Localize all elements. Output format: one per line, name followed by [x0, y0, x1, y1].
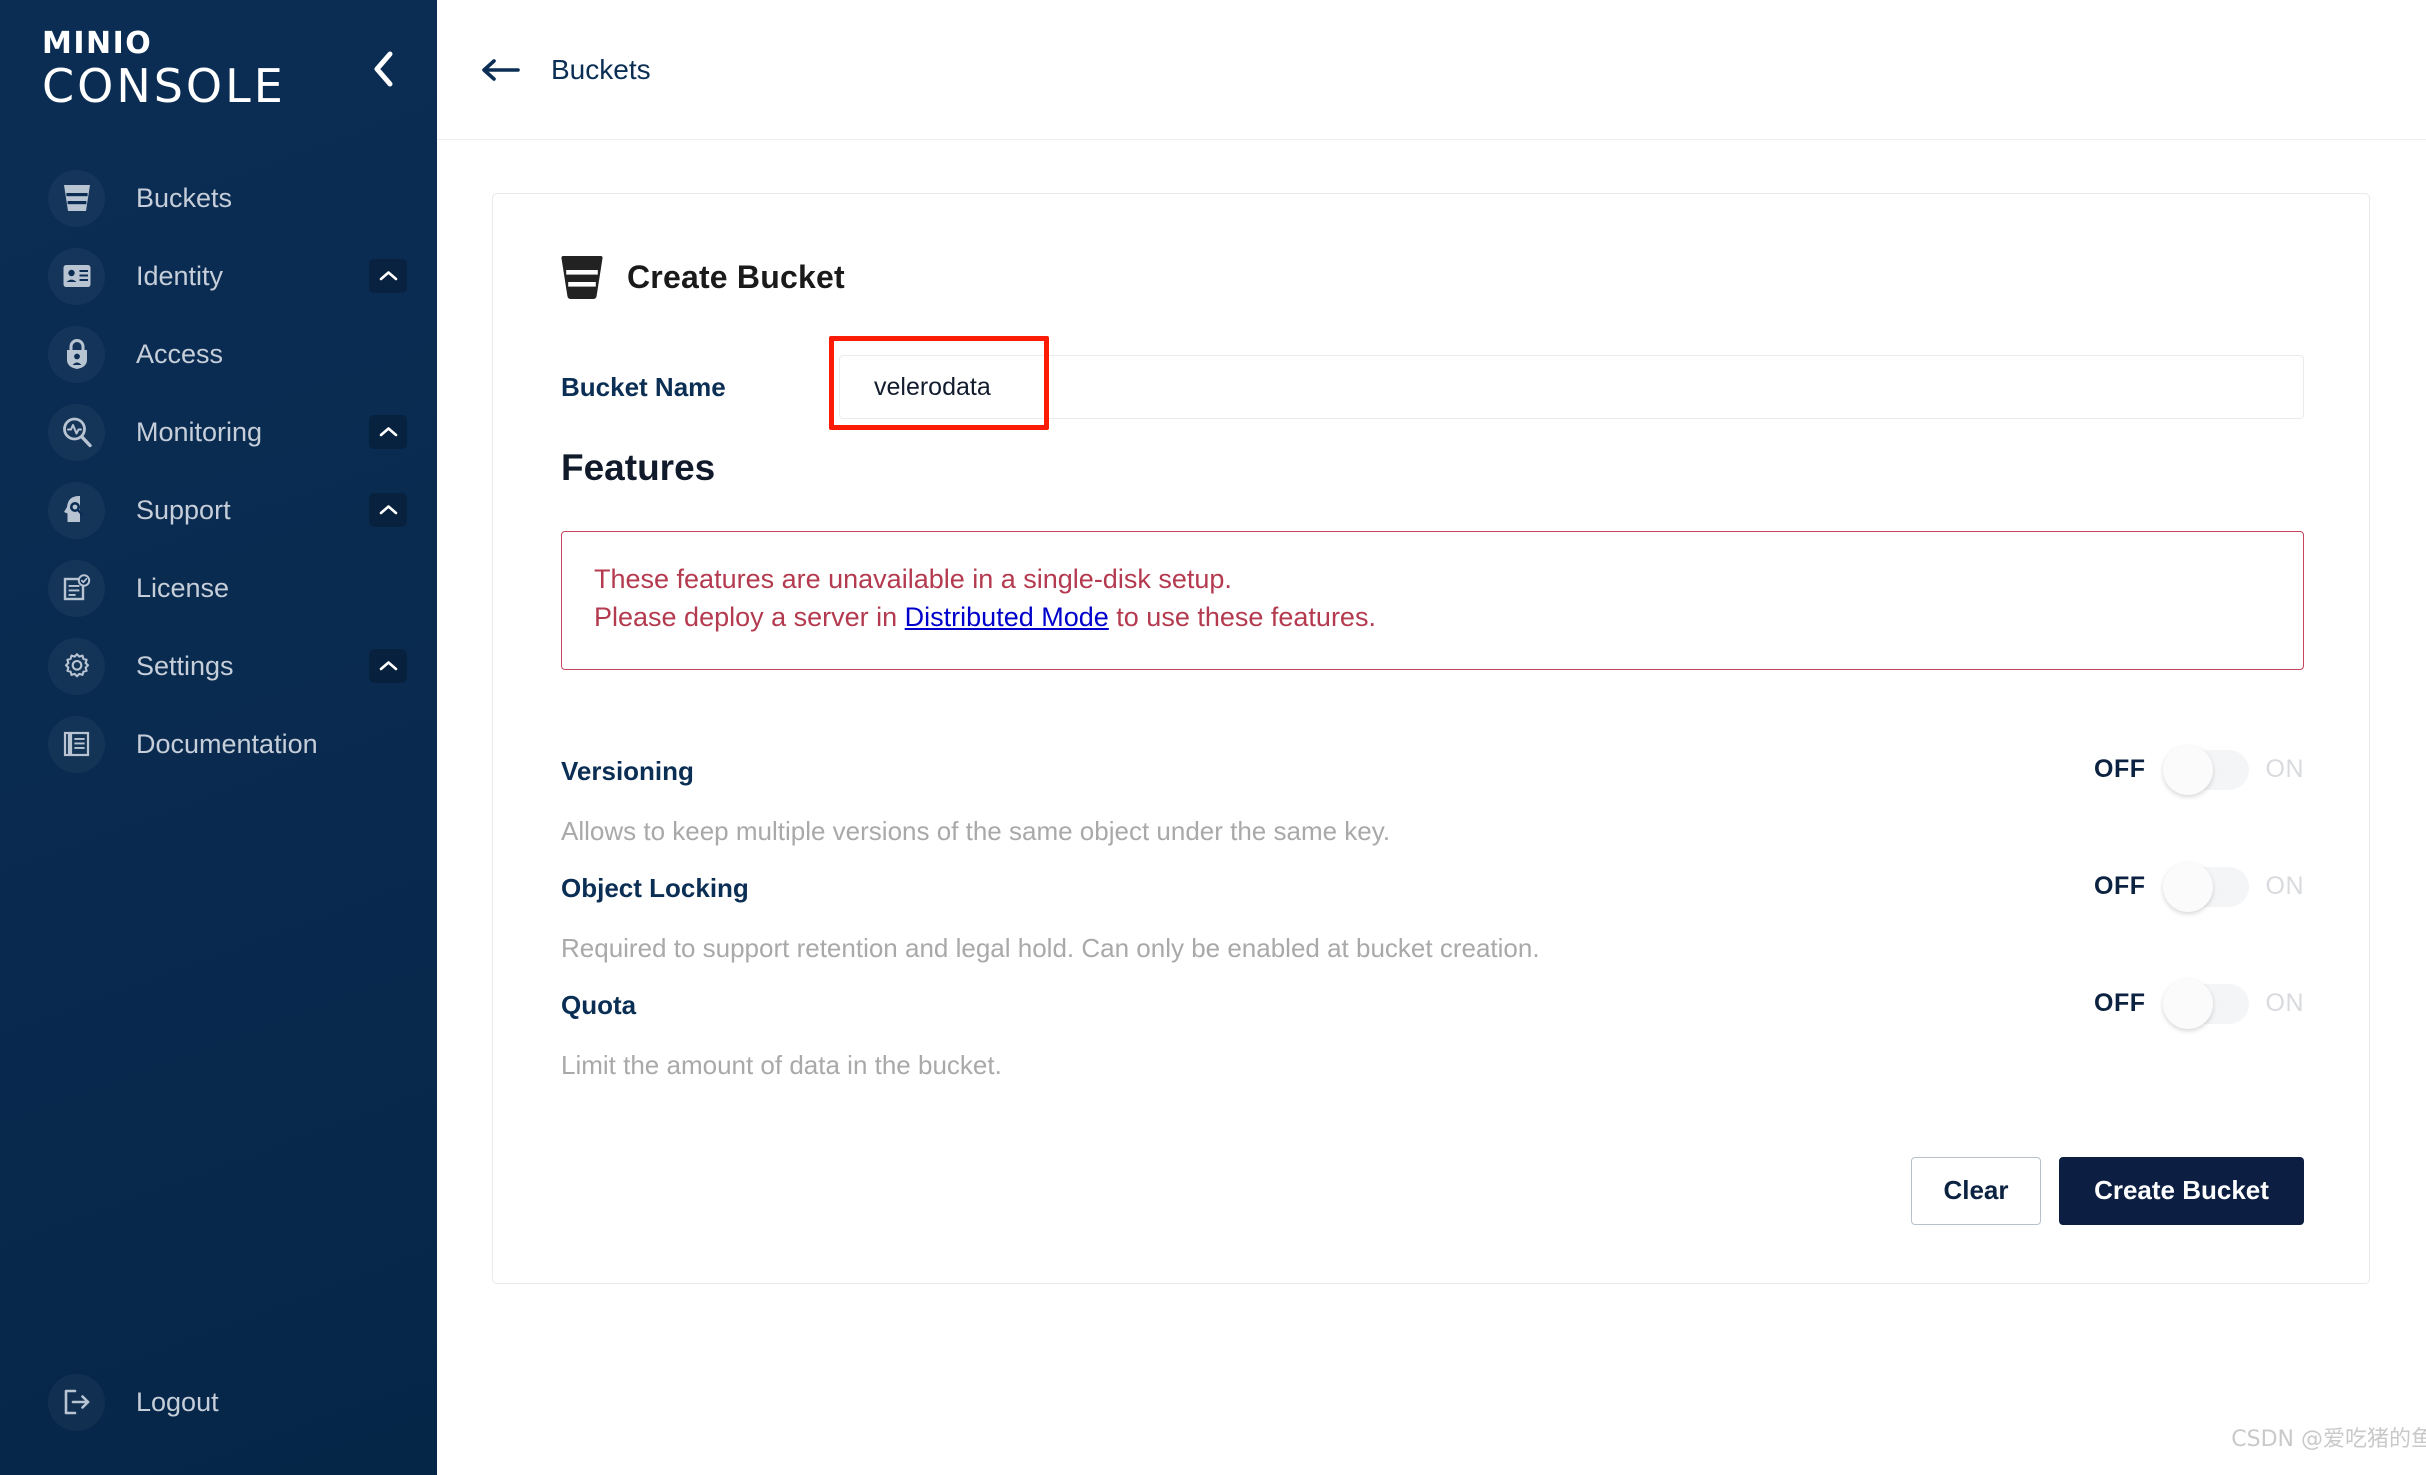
feature-name: Object Locking [561, 872, 749, 903]
sidebar-item-label: Support [136, 494, 231, 525]
sidebar-item-label: Buckets [136, 182, 233, 213]
chevron-up-icon[interactable] [369, 259, 407, 293]
toggle-knob [2162, 978, 2213, 1029]
versioning-toggle[interactable] [2162, 744, 2249, 795]
warning-text-before: Please deploy a server in [594, 602, 905, 633]
feature-quota: Quota Limit the amount of data in the bu… [561, 978, 2304, 1081]
create-bucket-card: Create Bucket Bucket Name Features These… [492, 193, 2370, 1284]
sidebar-item-settings[interactable]: Settings [0, 627, 437, 705]
feature-name: Quota [561, 989, 637, 1020]
bucket-name-input[interactable] [839, 355, 2304, 419]
toggle-off-label: OFF [2094, 872, 2146, 901]
top-bar: Buckets [437, 0, 2426, 140]
toggle-off-label: OFF [2094, 755, 2146, 784]
arrow-left-icon[interactable] [477, 47, 523, 93]
warning-text-after: to use these features. [1108, 602, 1376, 633]
sidebar-item-buckets[interactable]: Buckets [0, 159, 437, 237]
create-bucket-button[interactable]: Create Bucket [2059, 1156, 2304, 1225]
toggle-knob [2162, 744, 2213, 795]
chevron-up-icon[interactable] [369, 649, 407, 683]
card-actions: Clear Create Bucket [561, 1156, 2304, 1283]
sidebar-item-access[interactable]: Access [0, 315, 437, 393]
main-area: Buckets Create Bucket Bucket Name velero… [437, 0, 2426, 1475]
sidebar-item-support[interactable]: Support [0, 471, 437, 549]
breadcrumb[interactable]: Buckets [551, 54, 651, 86]
chevron-up-icon[interactable] [369, 415, 407, 449]
sidebar-item-label: Settings [136, 650, 234, 681]
sidebar-item-identity[interactable]: Identity [0, 237, 437, 315]
bucket-icon [561, 254, 603, 300]
sidebar-item-label: Logout [136, 1386, 219, 1417]
book-pages-icon [48, 715, 105, 773]
chevron-left-icon[interactable] [361, 47, 405, 91]
bucket-name-label: Bucket Name [561, 371, 726, 402]
bucket-name-row: Bucket Name [561, 336, 2304, 430]
bucket-icon [48, 169, 105, 227]
sidebar-nav: Buckets Identity Access Monitoring Suppo… [0, 159, 437, 783]
features-heading: Features [561, 447, 716, 488]
warning-line-2: Please deploy a server in Distributed Mo… [594, 598, 2271, 636]
identity-card-icon [48, 247, 105, 305]
sidebar-item-label: Identity [136, 260, 224, 291]
minio-console-logo: MINIO CONSOLE [42, 25, 286, 113]
gear-icon [48, 637, 105, 695]
sidebar-item-label: Access [136, 338, 224, 369]
sidebar-item-logout[interactable]: Logout [0, 1363, 437, 1441]
magnifier-pulse-icon [48, 403, 105, 461]
toggle-on-label: ON [2265, 989, 2304, 1018]
sidebar-item-label: License [136, 572, 230, 603]
feature-description: Required to support retention and legal … [561, 932, 1540, 963]
sidebar-item-license[interactable]: License [0, 549, 437, 627]
logout-arrow-icon [48, 1373, 105, 1431]
chevron-up-icon[interactable] [369, 493, 407, 527]
feature-versioning: Versioning Allows to keep multiple versi… [561, 744, 2304, 847]
sidebar: MINIO CONSOLE Buckets Identity Access Mo… [0, 0, 437, 1475]
content-area: Create Bucket Bucket Name Features These… [437, 140, 2426, 1475]
warning-line-1: These features are unavailable in a sing… [594, 564, 1232, 594]
sidebar-item-label: Documentation [136, 728, 318, 759]
app-root: MINIO CONSOLE Buckets Identity Access Mo… [0, 0, 2426, 1475]
head-support-icon [48, 481, 105, 539]
page-title: Create Bucket [627, 258, 845, 295]
sidebar-logout-wrapper: Logout [0, 1363, 437, 1441]
quota-toggle[interactable] [2162, 978, 2249, 1029]
brand-console-text: CONSOLE [42, 58, 286, 113]
feature-description: Limit the amount of data in the bucket. [561, 1049, 1002, 1080]
document-check-icon [48, 559, 105, 617]
toggle-on-label: ON [2265, 872, 2304, 901]
lock-user-icon [48, 325, 105, 383]
sidebar-item-monitoring[interactable]: Monitoring [0, 393, 437, 471]
sidebar-brand-row: MINIO CONSOLE [0, 6, 437, 131]
versioning-toggle-group: OFF ON [2094, 744, 2304, 795]
features-warning-box: These features are unavailable in a sing… [561, 531, 2304, 670]
watermark: CSDN @爱吃猪的鱼 [2231, 1427, 2426, 1452]
feature-object-locking: Object Locking Required to support reten… [561, 861, 2304, 964]
sidebar-item-label: Monitoring [136, 416, 263, 447]
object-locking-toggle[interactable] [2162, 861, 2249, 912]
feature-name: Versioning [561, 755, 694, 786]
sidebar-item-documentation[interactable]: Documentation [0, 705, 437, 783]
toggle-on-label: ON [2265, 755, 2304, 784]
brand-minio-text: MINIO [42, 25, 153, 61]
feature-description: Allows to keep multiple versions of the … [561, 815, 1391, 846]
object-locking-toggle-group: OFF ON [2094, 861, 2304, 912]
toggle-off-label: OFF [2094, 989, 2146, 1018]
distributed-mode-link[interactable]: Distributed Mode [905, 602, 1109, 632]
card-title-row: Create Bucket [561, 254, 2304, 300]
quota-toggle-group: OFF ON [2094, 978, 2304, 1029]
toggle-knob [2162, 861, 2213, 912]
clear-button[interactable]: Clear [1911, 1156, 2041, 1225]
